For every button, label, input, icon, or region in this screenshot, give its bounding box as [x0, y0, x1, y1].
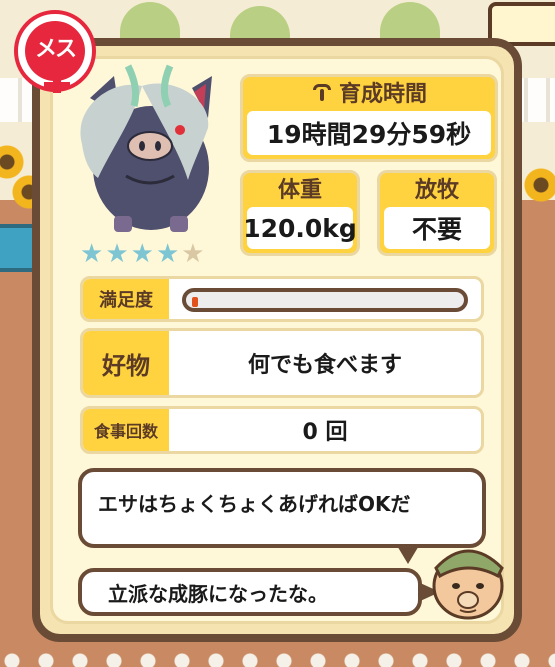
speech-bubble-tail [396, 544, 420, 564]
ground-dots-decoration [0, 645, 555, 667]
grazing-box: 放牧 不要 [377, 170, 497, 256]
gender-badge: メス [14, 10, 96, 93]
timer-icon [311, 82, 333, 102]
weight-box: 体重 120.0kg [240, 170, 360, 256]
star-empty-icon: ★ [181, 239, 205, 269]
farmer-avatar [432, 549, 504, 620]
satisfaction-label: 満足度 [83, 279, 169, 319]
star-filled-icon: ★ [155, 239, 180, 269]
satisfaction-gauge [182, 288, 468, 312]
meal-count-label: 食事回数 [83, 409, 169, 451]
grazing-label: 放牧 [414, 178, 459, 203]
meal-count-row: 食事回数 0 回 [80, 406, 484, 454]
pig-character-image [80, 64, 212, 232]
satisfaction-gauge-fill [192, 297, 198, 307]
favorite-food-value: 何でも食べます [247, 353, 402, 378]
gender-label: メス [34, 37, 77, 62]
satisfaction-row: 満足度 [80, 276, 484, 322]
growth-time-value: 19時間29分59秒 [247, 111, 491, 155]
favorite-food-row: 好物 何でも食べます [80, 328, 484, 398]
meal-count-value: 0 回 [302, 420, 348, 445]
farmer-speech-bubble-2: 立派な成豚になったな。 [78, 568, 422, 616]
pig-rating-stars: ★ ★ ★ ★ ★ [80, 241, 205, 267]
farmer-dialog-line2: 立派な成豚になったな。 [108, 581, 328, 606]
weight-label: 体重 [277, 178, 322, 203]
growth-time-box: 育成時間 19時間29分59秒 [240, 74, 498, 162]
favorite-food-label: 好物 [83, 331, 169, 395]
sunflower-decoration [524, 168, 555, 202]
star-filled-icon: ★ [105, 239, 129, 269]
star-filled-icon: ★ [80, 239, 104, 269]
farmer-dialog-line1: エサはちょくちょくあげればOKだ [98, 491, 411, 516]
growth-time-label: 育成時間 [338, 82, 427, 107]
farmer-speech-bubble-1: エサはちょくちょくあげればOKだ [78, 468, 486, 548]
star-filled-icon: ★ [130, 239, 154, 269]
grazing-value: 不要 [384, 207, 490, 249]
weight-value: 120.0kg [243, 207, 357, 249]
